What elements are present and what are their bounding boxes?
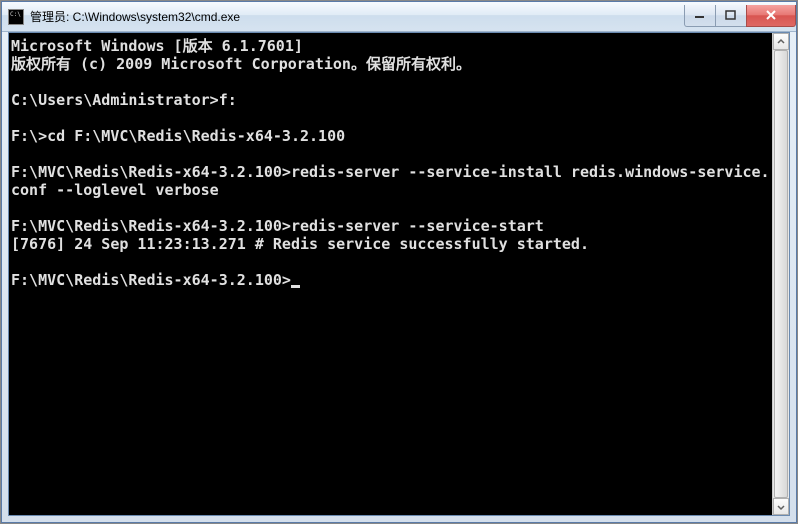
scroll-track[interactable] xyxy=(773,50,789,498)
cmd-window: 管理员: C:\Windows\system32\cmd.exe Microso… xyxy=(1,1,797,523)
terminal-output[interactable]: Microsoft Windows [版本 6.1.7601]版权所有 (c) … xyxy=(9,33,772,515)
terminal-line: 版权所有 (c) 2009 Microsoft Corporation。保留所有… xyxy=(11,55,770,73)
maximize-icon xyxy=(725,10,737,20)
titlebar[interactable]: 管理员: C:\Windows\system32\cmd.exe xyxy=(2,2,796,32)
vertical-scrollbar[interactable] xyxy=(772,33,789,515)
scroll-up-button[interactable] xyxy=(773,33,789,50)
terminal-line: F:\MVC\Redis\Redis-x64-3.2.100>redis-ser… xyxy=(11,163,770,199)
minimize-icon xyxy=(694,10,706,20)
chevron-up-icon xyxy=(777,38,785,46)
terminal-line: Microsoft Windows [版本 6.1.7601] xyxy=(11,37,770,55)
chevron-down-icon xyxy=(777,503,785,511)
terminal-prompt-line: F:\MVC\Redis\Redis-x64-3.2.100> xyxy=(11,271,770,289)
terminal-line xyxy=(11,109,770,127)
terminal-line: F:\>cd F:\MVC\Redis\Redis-x64-3.2.100 xyxy=(11,127,770,145)
scroll-down-button[interactable] xyxy=(773,498,789,515)
terminal-line: C:\Users\Administrator>f: xyxy=(11,91,770,109)
client-area: Microsoft Windows [版本 6.1.7601]版权所有 (c) … xyxy=(8,32,790,516)
terminal-cursor xyxy=(291,285,300,288)
terminal-line xyxy=(11,145,770,163)
close-button[interactable] xyxy=(746,5,796,27)
minimize-button[interactable] xyxy=(684,5,716,27)
terminal-line: [7676] 24 Sep 11:23:13.271 # Redis servi… xyxy=(11,235,770,253)
window-title: 管理员: C:\Windows\system32\cmd.exe xyxy=(30,8,685,25)
terminal-line xyxy=(11,73,770,91)
terminal-line xyxy=(11,253,770,271)
terminal-line xyxy=(11,199,770,217)
window-controls xyxy=(685,5,796,27)
close-icon xyxy=(765,10,777,20)
terminal-line: F:\MVC\Redis\Redis-x64-3.2.100>redis-ser… xyxy=(11,217,770,235)
maximize-button[interactable] xyxy=(715,5,747,27)
cmd-icon xyxy=(8,9,24,25)
scroll-thumb[interactable] xyxy=(774,50,788,498)
